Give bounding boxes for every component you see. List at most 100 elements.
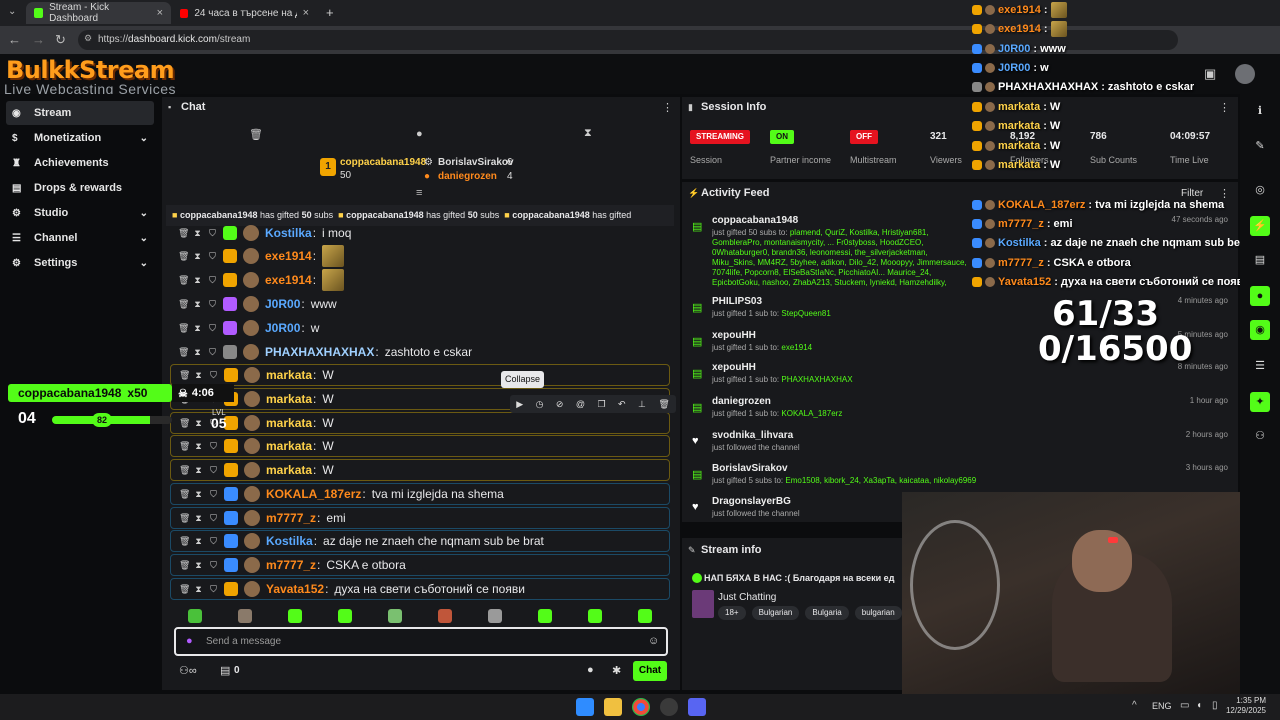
- broadcast-rail-icon[interactable]: ◉: [1250, 320, 1270, 340]
- chat-username[interactable]: markata: [266, 368, 312, 382]
- ban-icon[interactable]: ⛉: [209, 370, 218, 381]
- emote-icon[interactable]: [288, 609, 302, 623]
- delete-message-icon[interactable]: 🗑: [179, 489, 190, 500]
- ban-icon[interactable]: ⛉: [208, 275, 217, 286]
- timeout-icon[interactable]: ⧗: [193, 228, 202, 239]
- ban-icon[interactable]: ⛉: [209, 513, 218, 524]
- tab-kick-dashboard[interactable]: Stream - Kick Dashboard ×: [26, 2, 171, 24]
- delete-message-icon[interactable]: 🗑: [178, 347, 189, 358]
- timeout-icon[interactable]: ⧗: [193, 323, 202, 334]
- chat-message[interactable]: 🗑 ⧗ ⛉ m7777_z: emi: [170, 507, 670, 529]
- sidebar-item-channel[interactable]: ☰ Channel ⌄: [6, 226, 154, 250]
- ban-icon[interactable]: ⛉: [209, 465, 218, 476]
- expand-icon[interactable]: ≡: [416, 187, 422, 199]
- users-icon[interactable]: ⚇∞: [179, 664, 197, 677]
- chat-message[interactable]: 🗑 ⧗ ⛉ markata: W: [170, 364, 670, 386]
- session-menu-icon[interactable]: ⋮: [1219, 101, 1230, 114]
- delete-message-icon[interactable]: 🗑: [178, 275, 189, 286]
- tab-youtube[interactable]: 24 часа в търсене на Дяволск... ×: [172, 2, 317, 24]
- ban-icon[interactable]: ⛉: [209, 489, 218, 500]
- emote-icon[interactable]: [588, 609, 602, 623]
- delete-message-icon[interactable]: 🗑: [179, 584, 190, 595]
- timeout-icon[interactable]: ⧗: [194, 536, 203, 547]
- network-icon[interactable]: ▭: [1180, 700, 1189, 711]
- close-tab-icon[interactable]: ×: [303, 7, 309, 19]
- chat-message[interactable]: 🗑 ⧗ ⛉ KOKALA_187erz: tva mi izglejda na shem…: [170, 483, 670, 505]
- chat-input[interactable]: ● Send a message ☺: [174, 627, 668, 656]
- emote-icon[interactable]: [538, 609, 552, 623]
- chat-message[interactable]: 🗑 ⧗ ⛉ Kostilka: az daje ne znaeh che nqmam s…: [170, 530, 670, 552]
- emote-icon[interactable]: [338, 609, 352, 623]
- chat-username[interactable]: markata: [266, 392, 312, 406]
- new-tab-icon[interactable]: +: [326, 5, 334, 20]
- emote-icon[interactable]: [438, 609, 452, 623]
- pin-icon[interactable]: ⊥: [638, 399, 646, 410]
- file-explorer-icon[interactable]: [604, 698, 622, 716]
- timeout-icon[interactable]: ⧗: [193, 299, 202, 310]
- sidebar-item-drops-rewards[interactable]: ▤ Drops & rewards: [6, 176, 154, 200]
- activity-user[interactable]: daniegrozen: [712, 396, 771, 407]
- studio-icon[interactable]: ▣: [1204, 66, 1216, 82]
- chat-username[interactable]: Kostilka: [266, 534, 313, 548]
- volume-icon[interactable]: ◖: [1196, 700, 1202, 711]
- chat-send-button[interactable]: Chat: [633, 661, 667, 681]
- wrench-icon[interactable]: ✦: [1250, 392, 1270, 412]
- chat-username[interactable]: KOKALA_187erz: [266, 487, 361, 501]
- delete-message-icon[interactable]: 🗑: [178, 323, 189, 334]
- windows-start-icon[interactable]: [576, 698, 594, 716]
- profile-avatar[interactable]: [1235, 64, 1255, 84]
- ban-icon[interactable]: ⛉: [209, 441, 218, 452]
- stream-tag[interactable]: Bulgarian: [751, 606, 800, 620]
- delete-message-icon[interactable]: 🗑: [179, 370, 190, 381]
- chat-message[interactable]: 🗑 ⧗ ⛉ J0R00: www: [170, 293, 670, 315]
- edit-icon[interactable]: ✎: [1250, 136, 1270, 156]
- back-icon[interactable]: ←: [8, 32, 21, 47]
- ban-icon[interactable]: ⛉: [208, 347, 217, 358]
- stream-tag[interactable]: bulgarian: [854, 606, 902, 620]
- ban-icon[interactable]: ⛉: [209, 584, 218, 595]
- activity-user[interactable]: BorislavSirakov: [712, 463, 788, 474]
- emote-icon[interactable]: [638, 609, 652, 623]
- settings-icon[interactable]: ✱: [612, 664, 621, 677]
- timeout-icon[interactable]: ⧗: [194, 584, 203, 595]
- delete-message-icon[interactable]: 🗑: [179, 513, 190, 524]
- stream-tag[interactable]: Bulgaria: [805, 606, 849, 620]
- activity-user[interactable]: DragonslayerBG: [712, 496, 791, 507]
- emote-icon[interactable]: [388, 609, 402, 623]
- sidebar-item-stream[interactable]: ◉ Stream: [6, 101, 154, 125]
- sidebar-item-monetization[interactable]: $ Monetization ⌄: [6, 126, 154, 150]
- emote-icon[interactable]: [238, 609, 252, 623]
- chat-message[interactable]: 🗑 ⧗ ⛉ exe1914:: [170, 269, 670, 291]
- tray-chevron-icon[interactable]: ^: [1132, 700, 1137, 711]
- timeout-icon[interactable]: ⧗: [194, 370, 203, 381]
- stream-tag[interactable]: 18+: [718, 606, 746, 620]
- group-icon[interactable]: ⚇: [1250, 426, 1270, 446]
- ban-icon[interactable]: ⛉: [208, 228, 217, 239]
- timeout-icon[interactable]: ⧗: [193, 347, 202, 358]
- sidebar-item-studio[interactable]: ⚙ Studio ⌄: [6, 201, 154, 225]
- chat-message[interactable]: 🗑 ⧗ ⛉ PHAXHAXHAXHAX: zashtoto e cskar: [170, 341, 670, 363]
- gift-icon[interactable]: ▤: [220, 664, 230, 677]
- ban-icon[interactable]: ⛉: [208, 323, 217, 334]
- chat-message[interactable]: 🗑 ⧗ ⛉ J0R00: w: [170, 317, 670, 339]
- copy-icon[interactable]: ❐: [598, 399, 606, 410]
- chat-username[interactable]: exe1914: [265, 273, 312, 287]
- ban-icon[interactable]: ⛉: [209, 536, 218, 547]
- target-icon[interactable]: ◎: [1250, 180, 1270, 200]
- undo-icon[interactable]: ↶: [618, 399, 626, 410]
- chat-menu-icon[interactable]: ⋮: [662, 101, 673, 114]
- timeout-icon[interactable]: ⧗: [194, 560, 203, 571]
- discord-icon[interactable]: [688, 698, 706, 716]
- delete-message-icon[interactable]: 🗑: [179, 465, 190, 476]
- delete-message-icon[interactable]: 🗑: [178, 228, 189, 239]
- reload-icon[interactable]: ↻: [55, 32, 66, 48]
- chat-username[interactable]: PHAXHAXHAXHAX: [265, 345, 374, 359]
- chat-message[interactable]: 🗑 ⧗ ⛉ m7777_z: CSKA e otbora: [170, 554, 670, 576]
- sidebar-item-settings[interactable]: ⚙ Settings ⌄: [6, 251, 154, 275]
- ban-icon[interactable]: ⛉: [208, 251, 217, 262]
- tab-search-icon[interactable]: ⌄: [8, 6, 16, 17]
- chat-username[interactable]: m7777_z: [266, 558, 316, 572]
- chat-username[interactable]: J0R00: [265, 297, 300, 311]
- chat-username[interactable]: Yavata152: [266, 582, 324, 596]
- chat-username[interactable]: markata: [266, 439, 312, 453]
